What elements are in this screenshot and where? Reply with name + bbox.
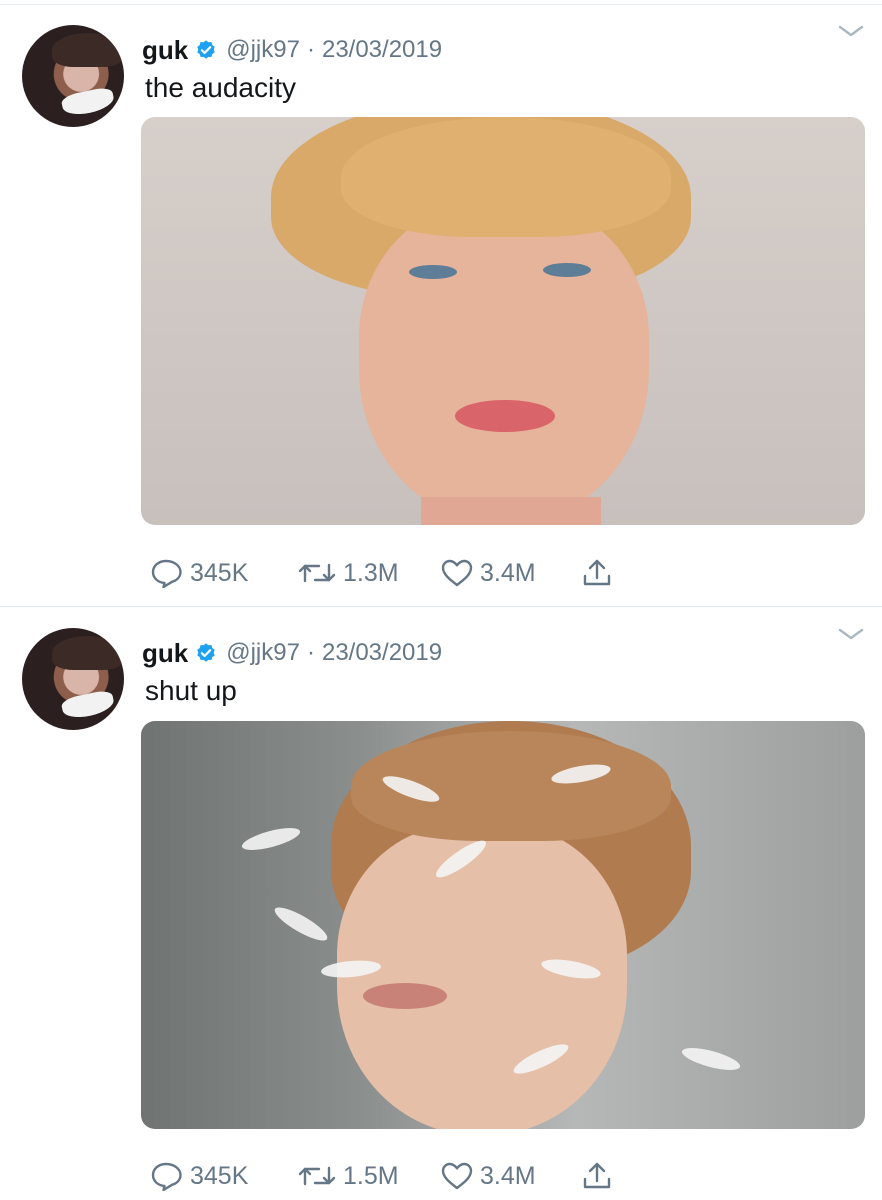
retweet-button[interactable]: 1.5M <box>297 1162 440 1191</box>
reply-button[interactable]: 345K <box>150 558 297 588</box>
retweet-count: 1.5M <box>343 1161 399 1190</box>
image-fringe <box>341 117 671 237</box>
reply-button[interactable]: 345K <box>150 1161 297 1191</box>
tweet-media-image[interactable] <box>141 117 865 525</box>
tweet-date[interactable]: 23/03/2019 <box>322 639 442 667</box>
verified-badge-icon <box>195 642 217 664</box>
avatar[interactable] <box>22 25 124 127</box>
retweet-button[interactable]: 1.3M <box>297 559 440 588</box>
avatar-mask <box>60 688 116 722</box>
tweet-text: shut up <box>145 675 237 706</box>
tweet-date[interactable]: 23/03/2019 <box>322 36 442 64</box>
author-name[interactable]: guk <box>142 638 188 669</box>
share-button[interactable] <box>581 557 621 589</box>
retweet-icon <box>297 559 337 587</box>
feather <box>239 823 303 855</box>
avatar-hair <box>52 33 124 67</box>
image-lips <box>363 983 447 1009</box>
tweet-card[interactable]: guk @jjk97 · 23/03/2019 shut up 345K 1.5… <box>0 606 882 1200</box>
reply-bubble-icon <box>150 558 184 588</box>
separator-dot: · <box>306 639 315 666</box>
tweet-media-image[interactable] <box>141 721 865 1129</box>
image-face <box>359 203 649 523</box>
tweet-actions: 345K 1.3M 3.4M <box>150 556 621 590</box>
share-upload-icon <box>581 557 613 589</box>
reply-count: 345K <box>190 558 249 587</box>
share-upload-icon <box>581 1160 613 1192</box>
author-handle[interactable]: @jjk97 <box>226 36 300 64</box>
avatar[interactable] <box>22 628 124 730</box>
feather <box>271 902 331 946</box>
reply-count: 345K <box>190 1161 249 1190</box>
chevron-down-icon[interactable] <box>838 627 864 641</box>
reply-bubble-icon <box>150 1161 184 1191</box>
avatar-hair <box>52 636 124 670</box>
tweet-card[interactable]: guk @jjk97 · 23/03/2019 the audacity 345… <box>0 4 882 606</box>
heart-icon <box>440 558 474 588</box>
feather <box>679 1043 743 1075</box>
retweet-icon <box>297 1162 337 1190</box>
heart-icon <box>440 1161 474 1191</box>
like-count: 3.4M <box>480 558 536 587</box>
share-button[interactable] <box>581 1160 621 1192</box>
avatar-mask <box>60 85 116 119</box>
like-button[interactable]: 3.4M <box>440 1161 581 1191</box>
image-eye-right <box>543 263 591 277</box>
like-count: 3.4M <box>480 1161 536 1190</box>
author-name[interactable]: guk <box>142 35 188 66</box>
like-button[interactable]: 3.4M <box>440 558 581 588</box>
tweet-header: guk @jjk97 · 23/03/2019 <box>142 35 442 65</box>
image-neck <box>421 497 601 525</box>
verified-badge-icon <box>195 39 217 61</box>
image-eye-left <box>409 265 457 279</box>
image-lips <box>455 400 555 432</box>
tweet-actions: 345K 1.5M 3.4M <box>150 1159 621 1193</box>
tweet-text: the audacity <box>145 72 296 103</box>
tweet-header: guk @jjk97 · 23/03/2019 <box>142 638 442 668</box>
chevron-down-icon[interactable] <box>838 24 864 38</box>
author-handle[interactable]: @jjk97 <box>226 639 300 667</box>
separator-dot: · <box>306 36 315 63</box>
retweet-count: 1.3M <box>343 558 399 587</box>
